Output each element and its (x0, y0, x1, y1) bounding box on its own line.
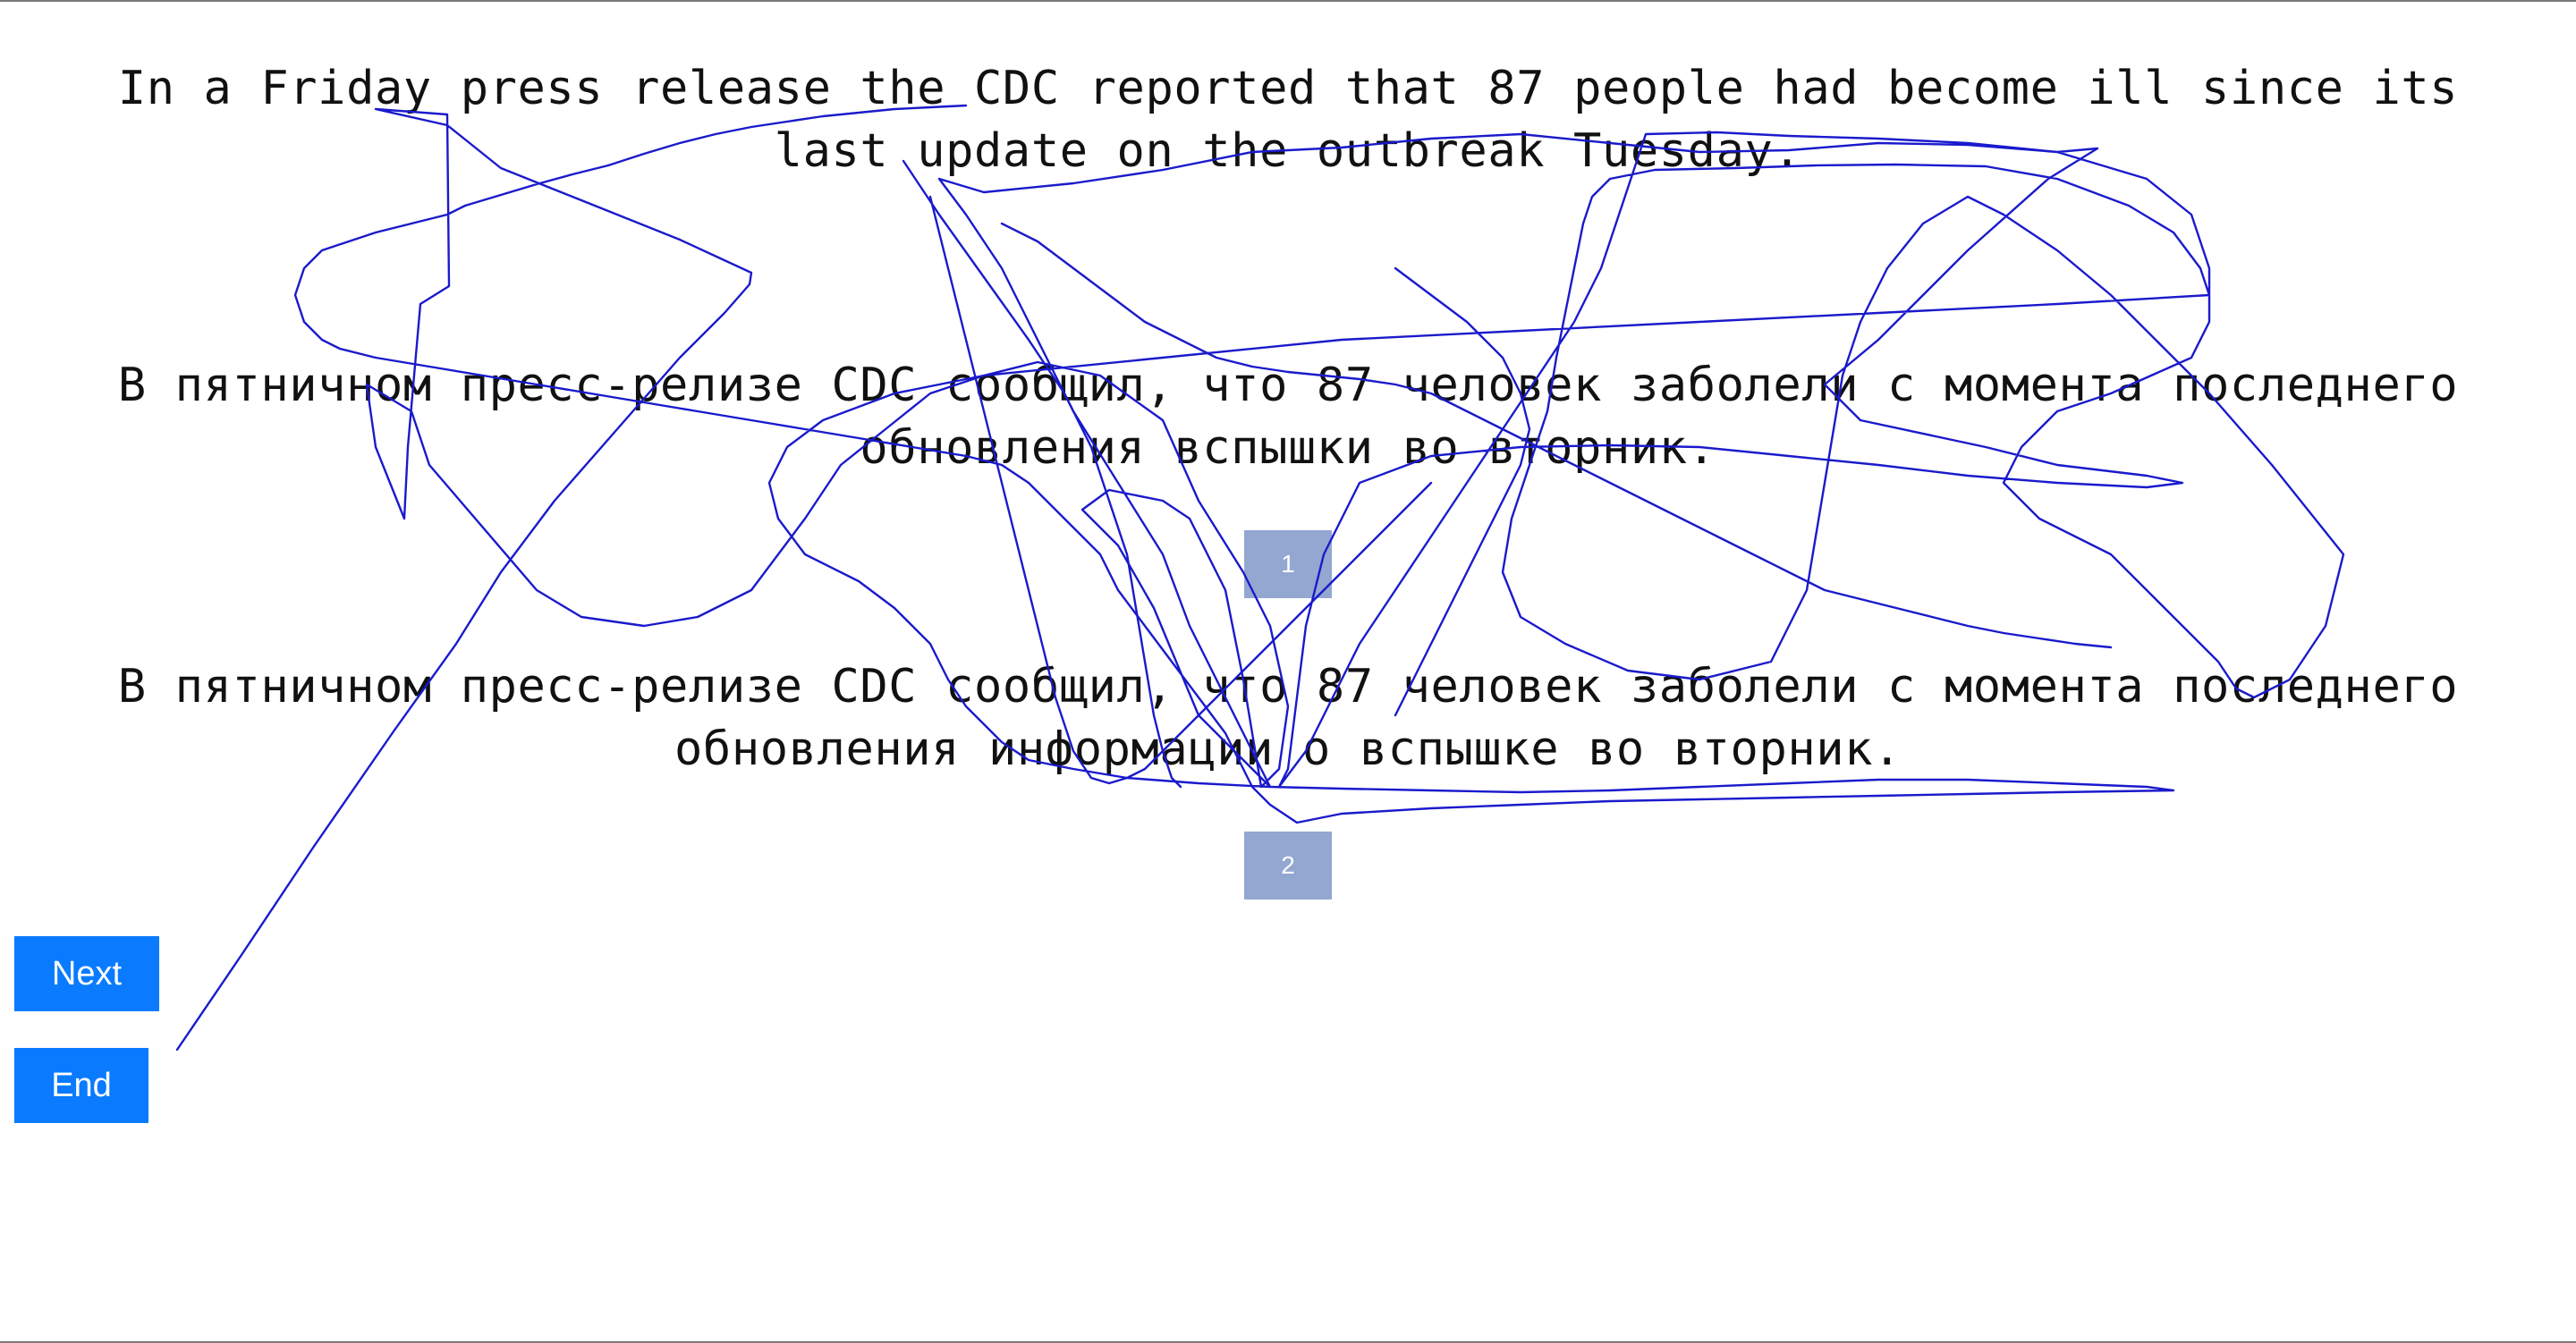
rank-box-1[interactable]: 1 (1244, 530, 1332, 598)
translation-2: В пятничном пресс-релизе CDC сообщил, чт… (117, 660, 2459, 776)
next-button[interactable]: Next (14, 936, 159, 1011)
rank-box-2[interactable]: 2 (1244, 832, 1332, 900)
end-button[interactable]: End (14, 1048, 148, 1123)
translation-1: В пятничном пресс-релизе CDC сообщил, чт… (117, 359, 2459, 475)
source-sentence: In a Friday press release the CDC report… (117, 62, 2459, 178)
